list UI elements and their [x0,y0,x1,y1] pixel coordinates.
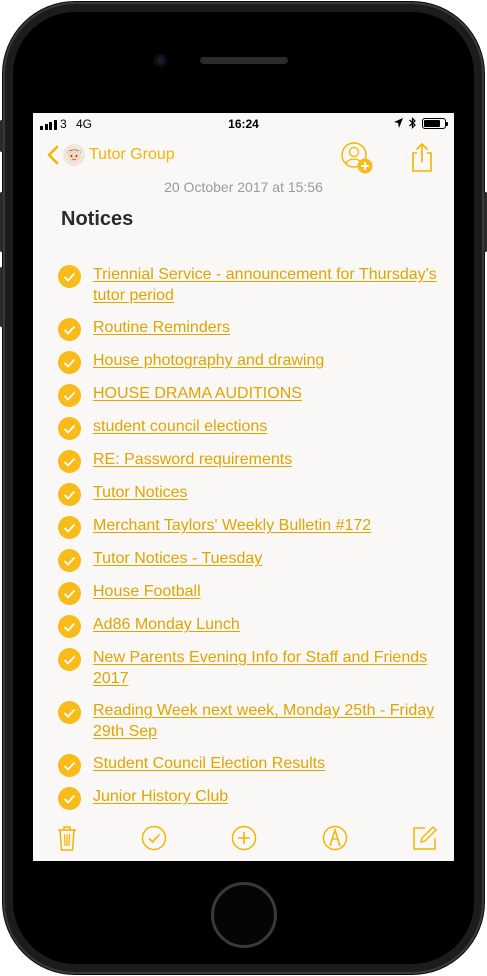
checklist-item: Tutor Notices - Tuesday [58,549,438,572]
checkmark-circle-icon[interactable] [58,549,81,572]
checkmark-circle-icon[interactable] [58,384,81,407]
checkmark-circle-icon[interactable] [58,318,81,341]
location-icon [394,118,403,128]
checklist-icon [141,825,167,851]
compose-button[interactable] [409,823,439,853]
checklist-item-link[interactable]: Merchant Taylors' Weekly Bulletin #172 [93,516,371,537]
checklist-item: Reading Week next week, Monday 25th - Fr… [58,701,438,742]
checklist-item: Merchant Taylors' Weekly Bulletin #172 [58,516,438,539]
person-face-icon [63,144,85,166]
back-button[interactable]: Tutor Group [47,144,175,166]
checklist-item: HOUSE DRAMA AUDITIONS [58,384,438,407]
checklist-item-link[interactable]: House Football [93,582,201,603]
checkmark-circle-icon[interactable] [58,582,81,605]
compose-icon [413,826,437,850]
checklist-item: Routine Reminders [58,318,438,341]
checkmark-circle-icon[interactable] [58,615,81,638]
checklist-item-link[interactable]: Routine Reminders [93,318,230,339]
add-person-button[interactable] [340,141,374,175]
volume-down-button [0,267,3,327]
checklist-item: House Football [58,582,438,605]
checklist-item: Triennial Service - announcement for Thu… [58,265,438,306]
trash-icon [58,826,76,851]
checklist-item: Tutor Notices [58,483,438,506]
checkmark-circle-icon[interactable] [58,648,81,671]
notes-screen: 3 4G 16:24 Tutor Group 20 October 2017 a… [33,113,454,861]
checkmark-circle-icon[interactable] [58,787,81,810]
markup-button[interactable] [320,823,350,853]
checkmark-circle-icon[interactable] [58,516,81,539]
bottom-toolbar [33,823,454,859]
battery-level [424,119,440,127]
checklist-item: Ad86 Monday Lunch [58,615,438,638]
checkmark-circle-icon[interactable] [58,450,81,473]
checklist-item-link[interactable]: Junior History Club [93,787,228,808]
chevron-left-icon [47,145,59,165]
status-time: 16:24 [228,117,259,131]
checklist-item: Student Council Election Results [58,754,438,777]
checklist-item-link[interactable]: Triennial Service - announcement for Thu… [93,265,438,306]
checkmark-circle-icon[interactable] [58,417,81,440]
earpiece-speaker [200,57,288,64]
markup-icon [322,825,348,851]
checklist-item-link[interactable]: Ad86 Monday Lunch [93,615,240,636]
checklist-item-link[interactable]: House photography and drawing [93,351,324,372]
checklist-item-link[interactable]: RE: Password requirements [93,450,292,471]
checkmark-circle-icon[interactable] [58,351,81,374]
checklist-item: RE: Password requirements [58,450,438,473]
battery-icon [422,117,448,129]
add-icon [231,825,257,851]
checklist-item-link[interactable]: New Parents Evening Info for Staff and F… [93,648,438,689]
checklist-item: House photography and drawing [58,351,438,374]
checkmark-circle-icon[interactable] [58,483,81,506]
back-label: Tutor Group [89,146,175,163]
share-button[interactable] [408,141,436,173]
checklist-item-link[interactable]: student council elections [93,417,267,438]
checklist-item: Junior History Club [58,787,438,810]
checklist-item-link[interactable]: HOUSE DRAMA AUDITIONS [93,384,302,405]
checkmark-circle-icon[interactable] [58,265,81,288]
front-camera [154,54,167,67]
navigation-bar: Tutor Group [33,135,454,183]
mute-switch [0,120,3,152]
checklist-item: New Parents Evening Info for Staff and F… [58,648,438,689]
checklist-item-link[interactable]: Tutor Notices [93,483,188,504]
bluetooth-icon [409,117,416,129]
volume-up-button [0,192,3,252]
note-date: 20 October 2017 at 15:56 [164,179,323,195]
status-right-group [394,117,448,129]
delete-button[interactable] [52,823,82,853]
checklist-button[interactable] [139,823,169,853]
status-bar: 3 4G 16:24 [33,113,454,135]
checkmark-circle-icon[interactable] [58,701,81,724]
checklist-item: student council elections [58,417,438,440]
checklist-item-link[interactable]: Reading Week next week, Monday 25th - Fr… [93,701,438,742]
checkmark-circle-icon[interactable] [58,754,81,777]
share-icon [412,142,432,172]
checklist-item-link[interactable]: Student Council Election Results [93,754,325,775]
add-person-icon [341,142,373,174]
add-button[interactable] [229,823,259,853]
checklist-item-link[interactable]: Tutor Notices - Tuesday [93,549,262,570]
note-title[interactable]: Notices [61,208,133,231]
home-button[interactable] [211,882,277,948]
